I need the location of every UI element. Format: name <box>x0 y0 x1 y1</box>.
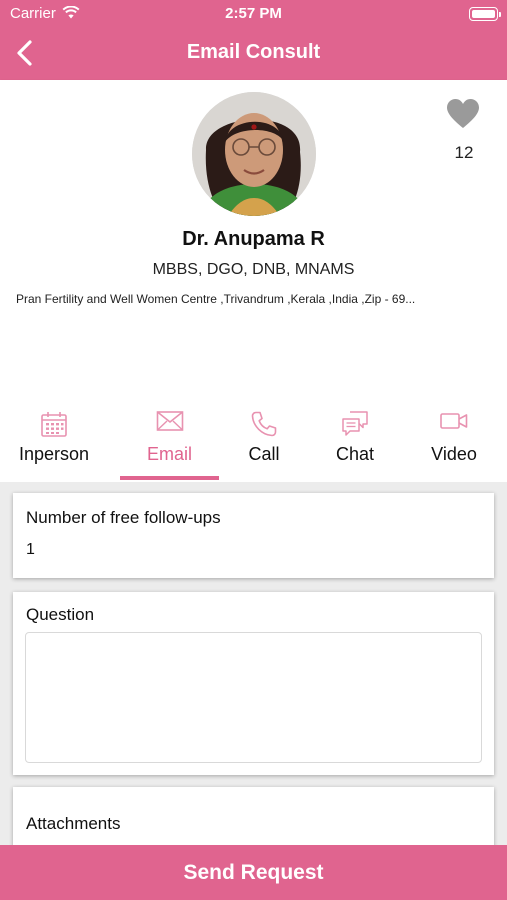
tab-chat[interactable]: Chat <box>309 392 401 482</box>
consult-tabs: Inperson Email Call Chat Video <box>0 392 507 482</box>
heart-icon[interactable] <box>446 98 480 130</box>
favorites-count: 12 <box>454 143 474 162</box>
active-tab-indicator <box>120 476 219 480</box>
envelope-icon <box>156 411 183 431</box>
chat-icon <box>342 411 368 436</box>
tab-email[interactable]: Email <box>120 392 219 482</box>
tab-video-label: Video <box>431 444 477 464</box>
tab-inperson-label: Inperson <box>18 444 90 464</box>
tab-email-label: Email <box>146 444 192 464</box>
status-bar: Carrier 2:57 PM <box>0 0 507 28</box>
question-card: Question <box>13 592 494 775</box>
page-title: Email Consult <box>186 41 321 63</box>
attachments-label: Attachments <box>26 814 121 833</box>
video-camera-icon <box>440 413 468 429</box>
clock: 2:57 PM <box>225 5 282 22</box>
tab-video[interactable]: Video <box>401 392 507 482</box>
phone-icon <box>251 411 277 437</box>
doctor-profile-card: 12 Dr. Anupama R MBBS, DGO, DNB, MNAMS P… <box>0 80 507 392</box>
doctor-address: Pran Fertility and Well Women Centre ,Tr… <box>16 292 416 306</box>
doctor-avatar <box>192 92 316 216</box>
tab-call-label: Call <box>248 444 280 464</box>
battery-icon <box>469 7 501 21</box>
tab-call[interactable]: Call <box>219 392 309 482</box>
tab-chat-label: Chat <box>335 444 375 464</box>
nav-bar: Email Consult <box>0 28 507 80</box>
send-request-button[interactable]: Send Request <box>0 845 507 900</box>
followups-card: Number of free follow-ups 1 <box>13 493 494 578</box>
followups-label: Number of free follow-ups <box>26 508 221 527</box>
question-input[interactable] <box>25 632 482 763</box>
doctor-name: Dr. Anupama R <box>182 228 325 250</box>
doctor-qualifications: MBBS, DGO, DNB, MNAMS <box>152 261 355 278</box>
calendar-icon <box>41 412 67 437</box>
followups-value: 1 <box>26 541 35 558</box>
tab-inperson[interactable]: Inperson <box>0 392 108 482</box>
question-label: Question <box>26 605 95 624</box>
